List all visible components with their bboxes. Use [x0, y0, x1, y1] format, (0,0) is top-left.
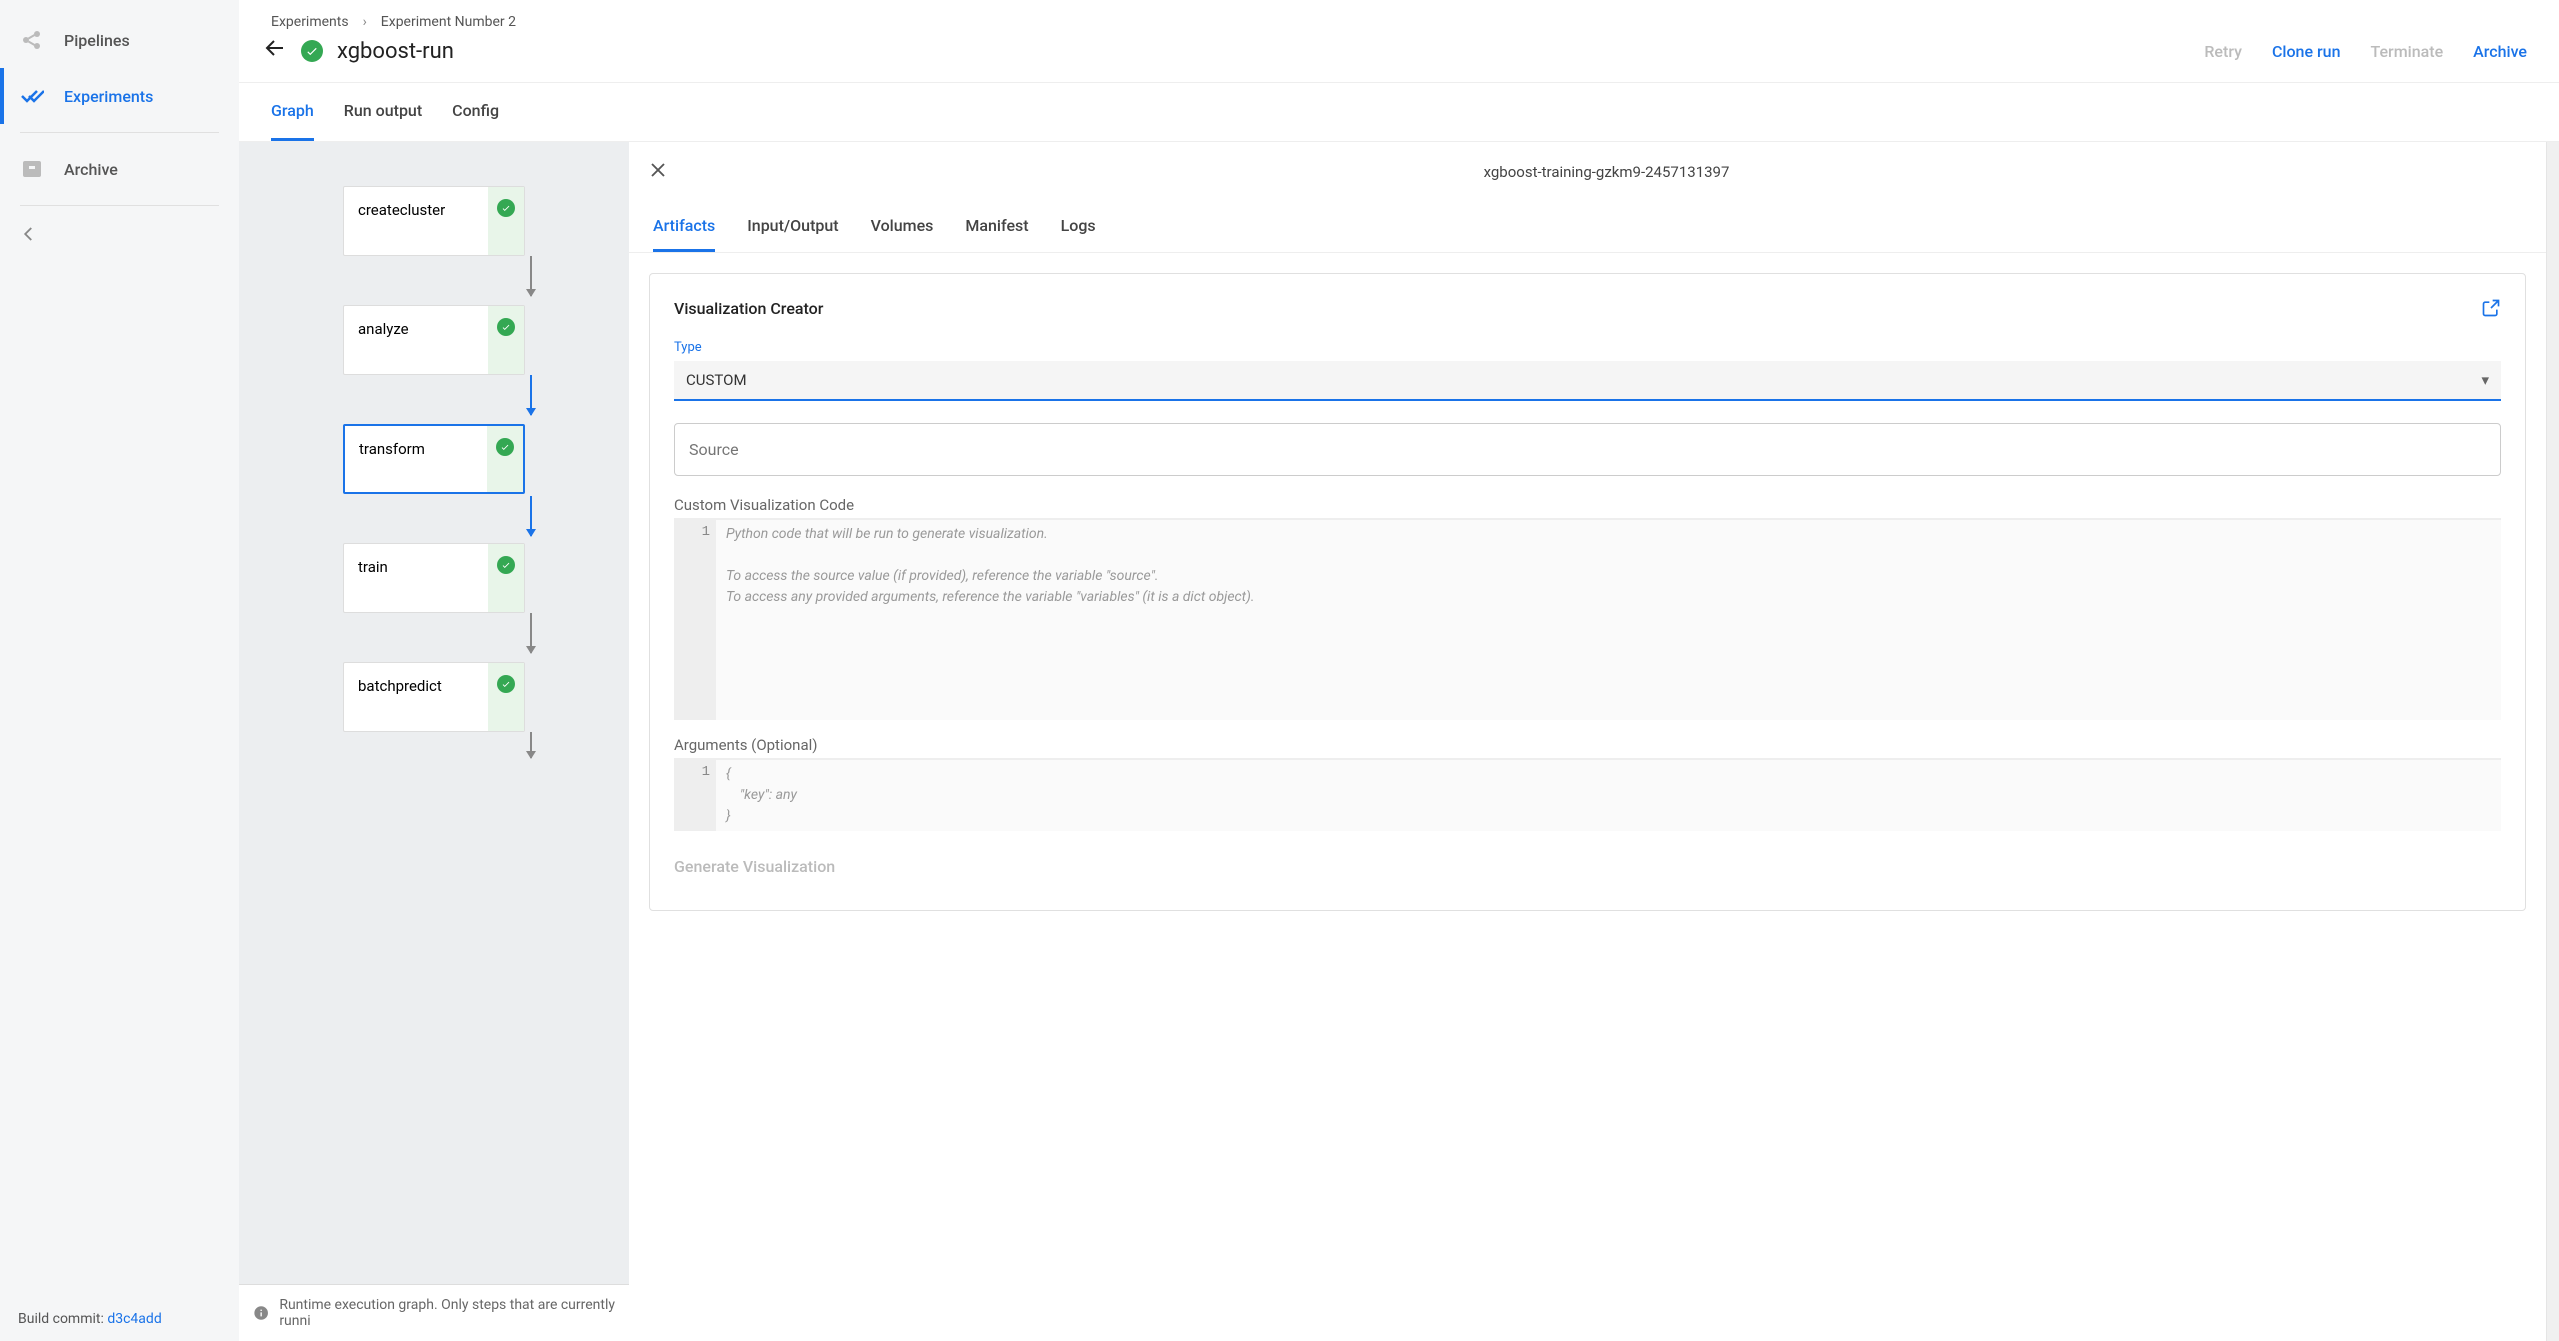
tab-run-output[interactable]: Run output: [344, 83, 422, 141]
card-title: Visualization Creator: [674, 299, 823, 318]
graph-footer-text: Runtime execution graph. Only steps that…: [279, 1297, 615, 1329]
share-icon: [20, 28, 44, 52]
node-label: train: [358, 558, 388, 576]
divider: [20, 132, 219, 133]
args-label: Arguments (Optional): [674, 736, 2501, 754]
chevron-right-icon: ›: [363, 14, 367, 30]
retry-button[interactable]: Retry: [2204, 42, 2242, 61]
code-gutter: 1: [674, 760, 716, 831]
args-placeholder: { "key": any }: [716, 760, 2501, 831]
code-placeholder: Python code that will be run to generate…: [716, 520, 2501, 720]
tab-manifest[interactable]: Manifest: [965, 202, 1028, 252]
check-icon: [497, 318, 515, 336]
tab-config[interactable]: Config: [452, 83, 499, 141]
check-icon: [496, 438, 514, 456]
check-icon: [497, 675, 515, 693]
graph-edge: [530, 732, 532, 758]
node-label: batchpredict: [358, 677, 442, 695]
graph-node-train[interactable]: train: [343, 543, 525, 613]
graph-node-transform[interactable]: transform: [343, 424, 525, 494]
tab-artifacts[interactable]: Artifacts: [653, 202, 715, 252]
code-gutter: 1: [674, 520, 716, 720]
type-field-label: Type: [674, 340, 2501, 355]
tab-volumes[interactable]: Volumes: [871, 202, 934, 252]
sidebar-item-experiments[interactable]: Experiments: [0, 68, 239, 124]
graph-footer: Runtime execution graph. Only steps that…: [239, 1284, 629, 1341]
visualization-creator-card: Visualization Creator Type CUSTOM ▾ Cust…: [649, 273, 2526, 911]
tab-io[interactable]: Input/Output: [747, 202, 838, 252]
clone-run-button[interactable]: Clone run: [2272, 42, 2341, 61]
graph-edge: [530, 613, 532, 653]
close-icon[interactable]: [649, 160, 667, 184]
archive-button[interactable]: Archive: [2473, 42, 2527, 61]
back-arrow[interactable]: [263, 36, 287, 66]
type-select[interactable]: CUSTOM ▾: [674, 361, 2501, 401]
check-icon: [497, 199, 515, 217]
type-value: CUSTOM: [686, 371, 747, 389]
graph-canvas[interactable]: createcluster analyze transform train: [239, 142, 629, 1341]
sidebar-item-pipelines[interactable]: Pipelines: [0, 12, 239, 68]
double-check-icon: [20, 84, 44, 108]
tab-logs[interactable]: Logs: [1061, 202, 1096, 252]
graph-edge: [530, 375, 532, 415]
graph-node-analyze[interactable]: analyze: [343, 305, 525, 375]
open-in-new-icon[interactable]: [2481, 298, 2501, 318]
info-icon: [253, 1304, 269, 1322]
divider: [20, 205, 219, 206]
source-input[interactable]: [674, 423, 2501, 476]
terminate-button[interactable]: Terminate: [2370, 42, 2443, 61]
build-info: Build commit: d3c4add: [0, 1297, 239, 1341]
node-label: transform: [359, 440, 425, 458]
breadcrumb: Experiments › Experiment Number 2: [239, 0, 2559, 30]
generate-visualization-button[interactable]: Generate Visualization: [674, 847, 835, 886]
build-prefix: Build commit:: [18, 1311, 107, 1327]
breadcrumb-item[interactable]: Experiment Number 2: [381, 14, 516, 30]
tab-graph[interactable]: Graph: [271, 83, 314, 141]
archive-icon: [20, 157, 44, 181]
graph-edge: [530, 256, 532, 296]
sidebar-collapse-toggle[interactable]: [0, 216, 239, 256]
breadcrumb-item[interactable]: Experiments: [271, 14, 349, 30]
status-success-icon: [301, 40, 323, 62]
chevron-left-icon: [20, 225, 38, 247]
code-label: Custom Visualization Code: [674, 496, 2501, 514]
code-editor[interactable]: 1 Python code that will be run to genera…: [674, 518, 2501, 720]
page-title: xgboost-run: [337, 39, 454, 64]
chevron-down-icon: ▾: [2481, 371, 2489, 389]
args-editor[interactable]: 1 { "key": any }: [674, 758, 2501, 831]
sidebar-item-label: Archive: [64, 160, 118, 179]
build-hash-link[interactable]: d3c4add: [107, 1311, 161, 1327]
sidebar-item-archive[interactable]: Archive: [0, 141, 239, 197]
sidebar-item-label: Pipelines: [64, 31, 130, 50]
node-label: createcluster: [358, 201, 445, 219]
scrollbar[interactable]: [2546, 142, 2559, 1341]
graph-edge: [530, 496, 532, 536]
node-label: analyze: [358, 320, 409, 338]
graph-node-createcluster[interactable]: createcluster: [343, 186, 525, 256]
detail-node-id: xgboost-training-gzkm9-2457131397: [687, 163, 2526, 181]
graph-node-batchpredict[interactable]: batchpredict: [343, 662, 525, 732]
sidebar-item-label: Experiments: [64, 87, 153, 106]
check-icon: [497, 556, 515, 574]
